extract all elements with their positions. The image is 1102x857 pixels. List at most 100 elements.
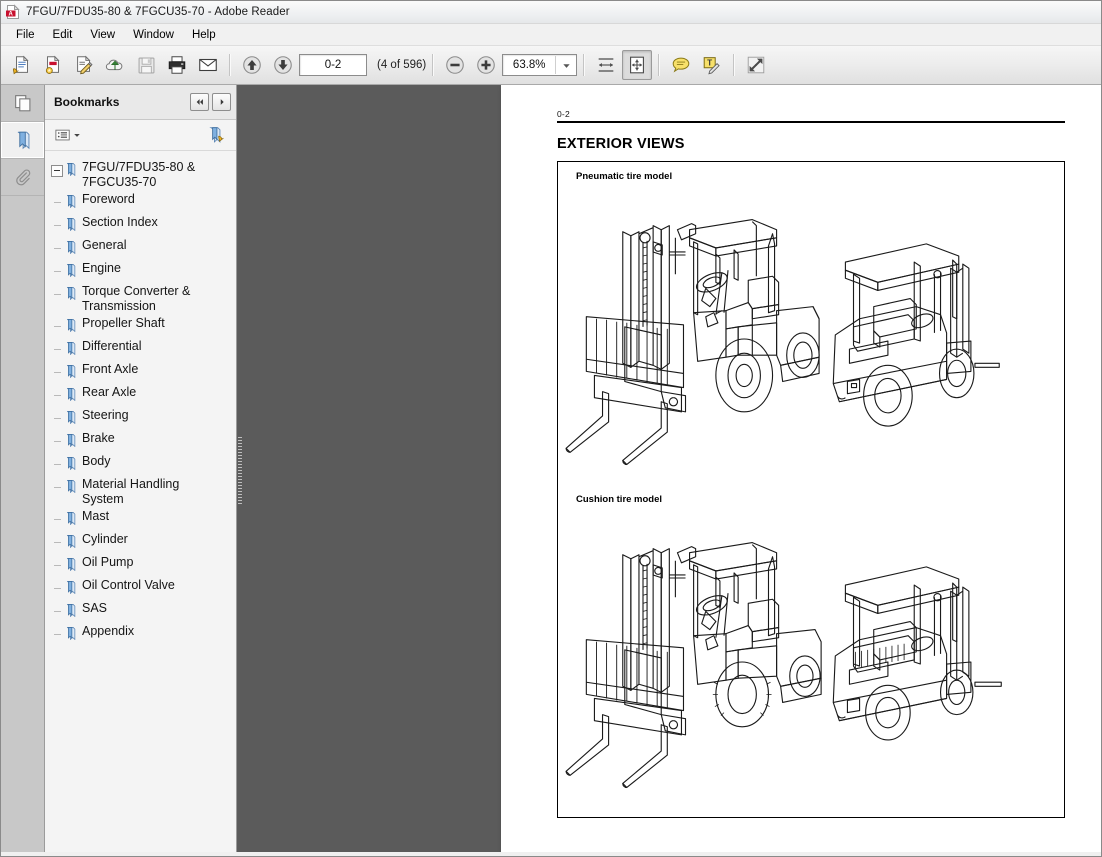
attachments-paperclip-icon[interactable] [1,159,44,196]
list-item-label: Steering [82,408,129,422]
upload-cloud-icon[interactable] [100,50,130,80]
adobe-reader-window: A 7FGU/7FDU35-80 & 7FGCU35-70 - Adobe Re… [0,0,1102,857]
list-item[interactable]: Body [45,453,236,476]
workspace: Bookmarks 7FGU/7FDU35-80 & 7FGCU35-70 Fo… [1,85,1101,852]
expand-arrows-icon[interactable] [741,50,771,80]
list-item[interactable]: Appendix [45,623,236,646]
pdf-page: 0-2 EXTERIOR VIEWS Pneumatic tire model [501,85,1101,852]
cushion-tire-model-figure: Cushion tire model [558,494,1064,817]
bookmarks-panel-header: Bookmarks [45,85,236,120]
list-item-label: Section Index [82,215,158,229]
sign-document-icon[interactable] [69,50,99,80]
create-pdf-icon[interactable] [38,50,68,80]
page-content: 0-2 EXTERIOR VIEWS Pneumatic tire model [501,85,1101,818]
bookmarks-icon[interactable] [1,122,44,159]
email-icon[interactable] [193,50,223,80]
open-file-icon[interactable] [7,50,37,80]
list-item[interactable]: Section Index [45,214,236,237]
bookmark-icon [65,580,78,599]
list-item-label: Material Handling System [82,477,180,506]
list-item[interactable]: Oil Pump [45,554,236,577]
list-item-label: Body [82,454,111,468]
status-bar [1,852,1101,856]
bookmark-icon [65,263,78,282]
panel-title: Bookmarks [54,95,120,109]
bookmark-icon [65,410,78,429]
svg-text:T: T [707,59,712,68]
zoom-level-input[interactable]: 63.8% [503,59,555,71]
chevron-right-icon[interactable] [212,93,231,111]
fit-page-icon[interactable] [622,50,653,80]
list-item-label: General [82,238,127,252]
list-item[interactable]: Front Axle [45,361,236,384]
svg-text:A: A [9,12,14,18]
list-item[interactable]: Differential [45,338,236,361]
comment-bubble-icon[interactable] [666,50,696,80]
double-chevron-left-icon[interactable] [190,93,209,111]
minus-circle-icon[interactable] [440,50,470,80]
menu-edit[interactable]: Edit [44,27,82,43]
zoom-control: 63.8% [502,54,578,76]
arrow-down-circle-icon[interactable] [268,50,298,80]
plus-circle-icon[interactable] [471,50,501,80]
main-toolbar: 0-2 (4 of 596) 63.8% T [1,46,1101,85]
menu-window[interactable]: Window [124,27,183,43]
menu-file[interactable]: File [7,27,44,43]
list-item-label: Cylinder [82,532,128,546]
new-bookmark-icon[interactable] [205,125,228,145]
bookmark-icon [65,557,78,576]
list-item[interactable]: Brake [45,430,236,453]
bookmark-icon [65,433,78,452]
page-bottom-margin [501,818,1101,852]
options-list-icon[interactable] [53,127,83,144]
text-edit-icon[interactable]: T [697,50,727,80]
toolbar-separator-2 [432,54,435,76]
toolbar-separator-3 [583,54,586,76]
list-item[interactable]: Cylinder [45,531,236,554]
chevron-down-icon[interactable] [555,56,576,74]
list-item[interactable]: Engine [45,260,236,283]
chevron-down-icon [74,134,80,137]
list-item-label: Rear Axle [82,385,137,399]
page-number-input[interactable]: 0-2 [299,54,367,76]
collapse-toggle-icon[interactable] [51,165,63,177]
navigation-rail [1,85,45,852]
list-item[interactable]: Propeller Shaft [45,315,236,338]
pneumatic-tire-model-figure: Pneumatic tire model [558,171,1064,494]
page-folio: 0-2 [557,109,570,119]
menu-bar: File Edit View Window Help [1,24,1101,46]
bookmark-icon [65,479,78,498]
bookmark-tree[interactable]: 7FGU/7FDU35-80 & 7FGCU35-70 Foreword Sec… [45,151,236,852]
page-thumbnails-icon[interactable] [1,85,44,122]
bookmark-icon [65,318,78,337]
list-item[interactable]: Oil Control Valve [45,577,236,600]
list-item[interactable]: Mast [45,508,236,531]
list-item-label: Foreword [82,192,135,206]
bookmark-icon [65,603,78,622]
save-icon [131,50,161,80]
list-item[interactable]: General [45,237,236,260]
bookmark-icon [65,286,78,305]
list-item[interactable]: Steering [45,407,236,430]
bookmark-icon [65,387,78,406]
figures-frame: Pneumatic tire model Cushion tire model [557,161,1065,818]
print-icon[interactable] [162,50,192,80]
figure-label: Pneumatic tire model [576,171,673,182]
list-item[interactable]: Torque Converter & Transmission [45,283,236,315]
fit-width-icon[interactable] [591,50,621,80]
list-item[interactable]: Rear Axle [45,384,236,407]
arrow-up-circle-icon[interactable] [237,50,267,80]
adobe-pdf-icon: A [5,4,21,20]
list-item[interactable]: Foreword [45,191,236,214]
bookmark-icon [65,456,78,475]
menu-view[interactable]: View [81,27,124,43]
bookmark-root-item[interactable]: 7FGU/7FDU35-80 & 7FGCU35-70 [45,159,236,191]
menu-help[interactable]: Help [183,27,225,43]
list-item[interactable]: Material Handling System [45,476,236,508]
bookmark-icon [65,194,78,213]
splitter-grip[interactable] [238,437,242,505]
list-item-label: Mast [82,509,110,523]
document-view[interactable]: 0-2 EXTERIOR VIEWS Pneumatic tire model [243,85,1101,852]
header-rule [557,121,1065,123]
list-item[interactable]: SAS [45,600,236,623]
